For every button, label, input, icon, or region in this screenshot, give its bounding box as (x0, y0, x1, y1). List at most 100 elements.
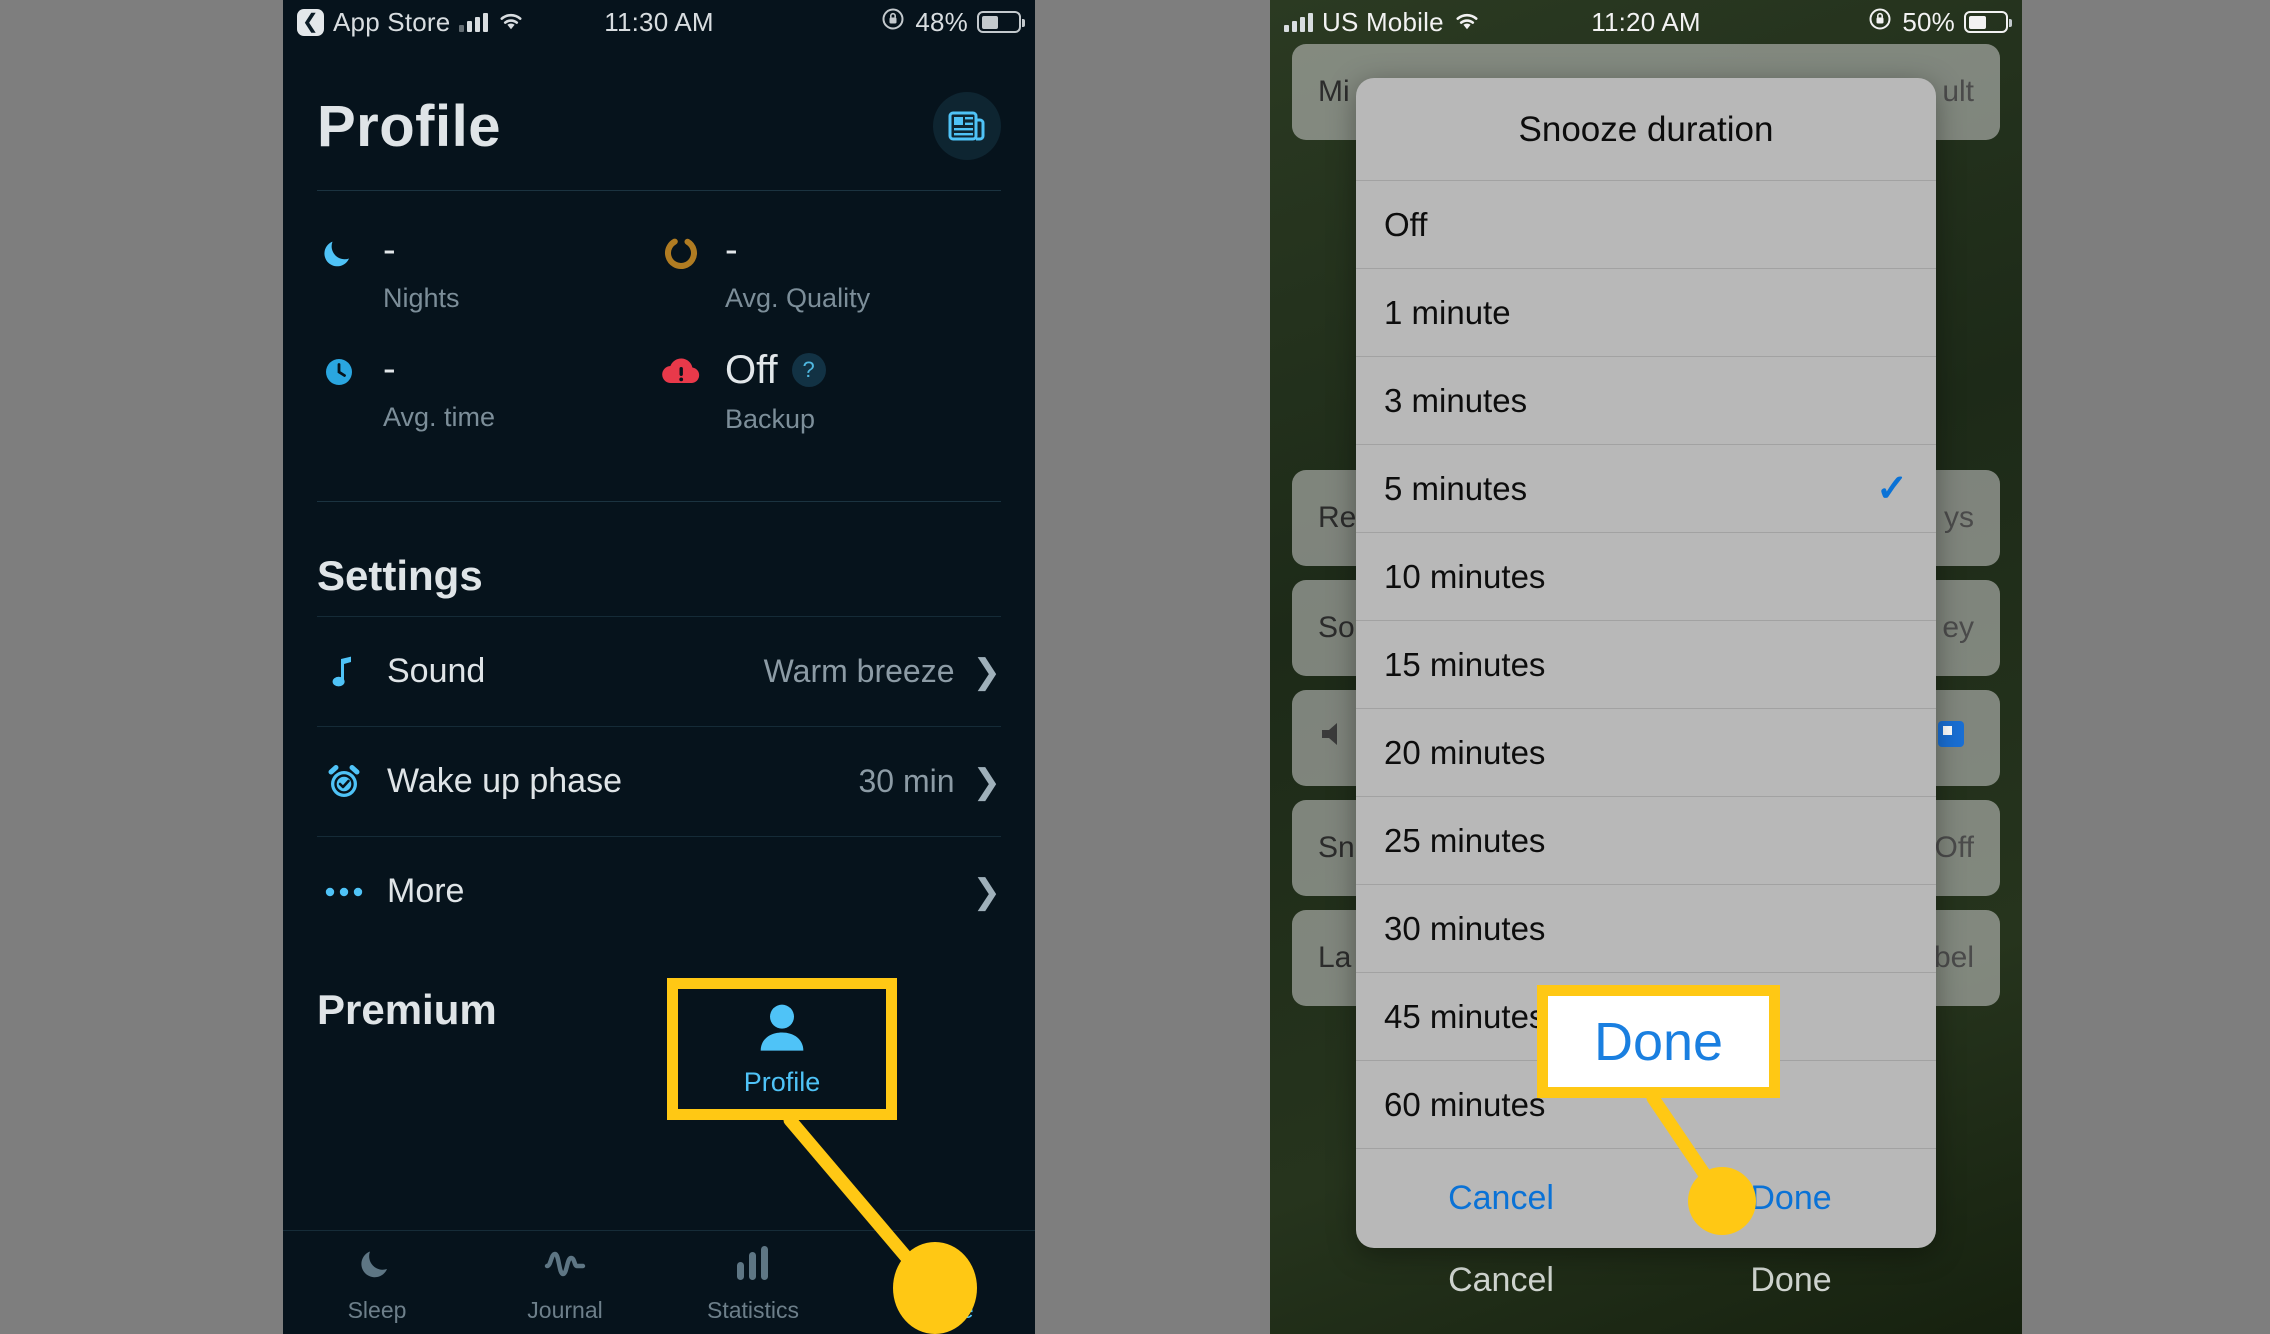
settings-row-more[interactable]: More ❯ (317, 836, 1001, 946)
option-label: 10 minutes (1384, 557, 1546, 595)
bg-row-value: ey (1942, 611, 1974, 644)
stat-value: - (725, 229, 738, 271)
settings-row-value: Warm breeze (763, 653, 955, 689)
ellipsis-icon (317, 886, 371, 898)
dialog-option-5-minutes[interactable]: 5 minutes ✓ (1356, 444, 1936, 532)
cloud-alert-icon (659, 350, 703, 394)
bg-row-label: La (1318, 941, 1352, 974)
done-button[interactable]: Done (1646, 1179, 1936, 1218)
stat-value: Off (725, 348, 778, 392)
moon-icon (317, 231, 361, 275)
bg-row-value: Off (1934, 831, 1974, 864)
dialog-option-off[interactable]: Off (1356, 180, 1936, 268)
settings-row-value: 30 min (858, 763, 955, 799)
tab-sleep[interactable]: Sleep (283, 1242, 471, 1324)
rotation-lock-icon (1867, 6, 1893, 39)
stat-value: - (383, 348, 396, 390)
bar-chart-icon (733, 1242, 773, 1289)
tab-journal[interactable]: Journal (471, 1242, 659, 1324)
stat-nights: - Nights (317, 231, 659, 350)
stat-avg-time: - Avg. time (317, 350, 659, 471)
profile-header: Profile (317, 92, 1001, 160)
person-icon (754, 1000, 810, 1061)
moon-icon (356, 1242, 398, 1289)
dialog-option-20-minutes[interactable]: 20 minutes (1356, 708, 1936, 796)
option-label: 45 minutes (1384, 997, 1546, 1035)
option-label: 20 minutes (1384, 733, 1546, 771)
premium-section-title: Premium (317, 986, 497, 1033)
tab-label: Sleep (347, 1296, 407, 1323)
rotation-lock-icon (880, 6, 906, 39)
bg-row-label: Sn (1318, 831, 1355, 864)
tab-label: Statistics (706, 1296, 800, 1323)
settings-row-sound[interactable]: Sound Warm breeze ❯ (317, 616, 1001, 726)
dialog-option-15-minutes[interactable]: 15 minutes (1356, 620, 1936, 708)
settings-row-wake-up-phase[interactable]: Wake up phase 30 min ❯ (317, 726, 1001, 836)
stat-backup: Off ? Backup (659, 350, 1001, 471)
bg-row-value: bel (1933, 941, 1974, 974)
dialog-action-bar: Cancel Done (1356, 1148, 1936, 1248)
battery-icon (977, 11, 1025, 33)
stat-label: Backup (725, 404, 816, 434)
dialog-option-10-minutes[interactable]: 10 minutes (1356, 532, 1936, 620)
chevron-right-icon: ❯ (972, 652, 1002, 691)
ring-icon (659, 231, 703, 275)
stat-value: - (383, 229, 396, 271)
option-label: 60 minutes (1384, 1085, 1546, 1123)
left-phone-screen: ❮ App Store 11:30 AM 48% Profile - Night… (283, 0, 1035, 1334)
screenshot-stage: ❮ App Store 11:30 AM 48% Profile - Night… (0, 0, 2270, 1334)
option-label: 25 minutes (1384, 821, 1546, 859)
chevron-right-icon: ❯ (972, 872, 1002, 911)
left-tab-bar: Sleep Journal Statistics Profile (283, 1230, 1035, 1334)
settings-row-label: Sound (387, 652, 486, 690)
tab-statistics[interactable]: Statistics (659, 1242, 847, 1324)
option-label: 15 minutes (1384, 645, 1546, 683)
question-mark-icon[interactable]: ? (791, 353, 826, 387)
person-icon (921, 1242, 961, 1289)
dialog-option-30-minutes[interactable]: 30 minutes (1356, 884, 1936, 972)
callout-done: Done (1537, 985, 1780, 1098)
newspaper-icon[interactable] (933, 92, 1001, 160)
stats-row-2: - Avg. time Off ? Backup (317, 350, 1001, 471)
tab-profile[interactable]: Profile (847, 1242, 1035, 1324)
stat-label: Avg. time (383, 402, 496, 432)
header-divider (317, 190, 1001, 191)
dialog-title: Snooze duration (1518, 110, 1774, 149)
music-note-icon (317, 653, 371, 691)
device-icon (1934, 717, 1974, 759)
underlying-cancel-label: Cancel (1448, 1261, 1554, 1299)
alarm-clock-icon (317, 763, 371, 801)
callout-label: Done (1593, 1011, 1724, 1072)
chevron-right-icon: ❯ (972, 762, 1002, 801)
page-title: Profile (317, 93, 501, 159)
bg-row-value: ult (1942, 75, 1974, 108)
waveform-icon (542, 1242, 588, 1289)
battery-icon (1964, 11, 2012, 33)
option-label: 3 minutes (1384, 381, 1528, 419)
settings-section-title: Settings (317, 552, 483, 599)
option-label: 1 minute (1384, 293, 1511, 331)
stat-avg-quality: - Avg. Quality (659, 231, 1001, 350)
dialog-option-1-minute[interactable]: 1 minute (1356, 268, 1936, 356)
bg-row-label: Re (1318, 501, 1357, 534)
stats-divider (317, 501, 1001, 502)
right-phone-screen: US Mobile 11:20 AM 50% Mi ult Re ys So e… (1270, 0, 2022, 1334)
left-phone-content: Profile - Nights - Avg. Quality - Avg. t… (283, 92, 1035, 1034)
dialog-option-25-minutes[interactable]: 25 minutes (1356, 796, 1936, 884)
right-status-bar: US Mobile 11:20 AM 50% (1270, 0, 2022, 44)
stats-grid: - Nights - Avg. Quality - Avg. time Off … (317, 231, 1001, 471)
callout-profile: Profile (667, 978, 897, 1120)
underlying-done-label: Done (1750, 1261, 1832, 1299)
settings-row-label: More (387, 872, 465, 910)
bg-row-value: ys (1944, 501, 1974, 534)
settings-list: Sound Warm breeze ❯ Wake up phase 30 min… (317, 616, 1001, 946)
option-label: 30 minutes (1384, 909, 1546, 947)
bg-row-label: So (1318, 611, 1355, 644)
option-label: Off (1384, 205, 1428, 243)
cancel-button[interactable]: Cancel (1356, 1179, 1646, 1218)
stat-label: Avg. Quality (725, 283, 871, 313)
checkmark-icon: ✓ (1876, 468, 1908, 510)
dialog-option-3-minutes[interactable]: 3 minutes (1356, 356, 1936, 444)
speaker-icon (1318, 719, 1358, 757)
status-bar-right-group: 50% (1867, 6, 2012, 39)
